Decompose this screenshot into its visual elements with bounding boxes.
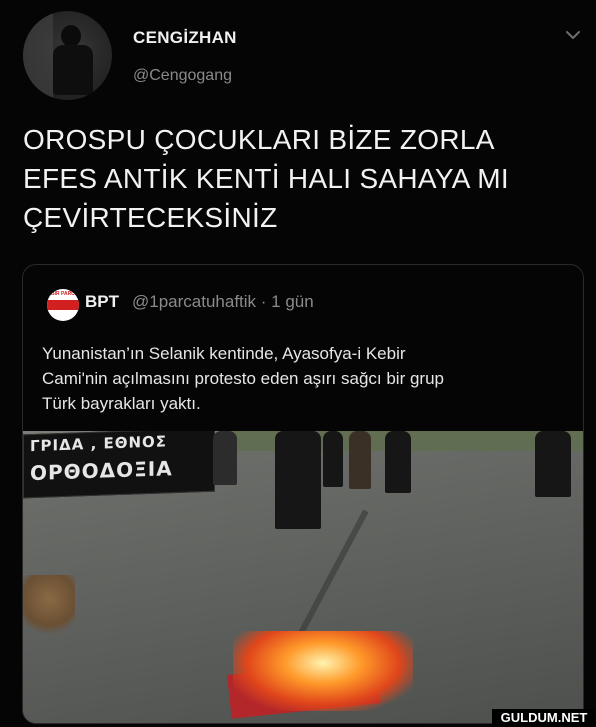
tweet-line: OROSPU ÇOCUKLARI BİZE ZORLA — [23, 124, 495, 155]
quoted-tweet-text: Yunanistan’ın Selanik kentinde, Ayasofya… — [42, 341, 562, 416]
quoted-line: Yunanistan’ın Selanik kentinde, Ayasofya… — [42, 344, 406, 363]
media-person — [323, 431, 343, 487]
tweet-text: OROSPU ÇOCUKLARI BİZE ZORLA EFES ANTİK K… — [23, 120, 563, 237]
media-person — [349, 431, 371, 489]
banner-line-1: ΓΡΙΔΑ , ΕΘΝΟΣ — [30, 432, 168, 456]
tweet-line: EFES ANTİK KENTİ HALI SAHAYA MI — [23, 163, 509, 194]
quoted-line: Cami'nin açılmasını protesto eden aşırı … — [42, 369, 444, 388]
media-fire — [233, 631, 413, 711]
tweet-line: ÇEVİRTECEKSİNİZ — [23, 202, 278, 233]
quoted-tweet-media[interactable]: ΓΡΙΔΑ , ΕΘΝΟΣ ΟΡΘΟΔΟΞΙΑ — [23, 431, 583, 723]
author-display-name[interactable]: CENGİZHAN — [133, 28, 237, 48]
author-avatar[interactable] — [23, 11, 112, 100]
quoted-author-name[interactable]: BPT — [85, 292, 119, 312]
media-person — [213, 431, 237, 485]
quoted-tweet-card[interactable]: BIR PARCA BPT @1parcatuhaftik · 1 gün Yu… — [22, 264, 584, 724]
media-dog — [23, 575, 75, 635]
media-person — [275, 431, 321, 529]
banner-line-2: ΟΡΘΟΔΟΞΙΑ — [30, 456, 173, 486]
avatar-figure-head — [61, 25, 81, 47]
avatar-figure-body — [53, 45, 93, 95]
watermark: GULDUM.NET — [492, 709, 596, 727]
media-person — [385, 431, 411, 493]
author-handle[interactable]: @Cengogang — [133, 67, 232, 85]
media-protest-banner: ΓΡΙΔΑ , ΕΘΝΟΣ ΟΡΘΟΔΟΞΙΑ — [23, 431, 215, 499]
quoted-author-handle-time[interactable]: @1parcatuhaftik · 1 gün — [132, 292, 314, 312]
quoted-line: Türk bayrakları yaktı. — [42, 394, 201, 413]
bpt-logo-icon: BIR PARCA — [47, 289, 79, 321]
chevron-down-icon[interactable] — [564, 26, 582, 44]
media-person — [535, 431, 571, 497]
avatar-background — [23, 11, 53, 100]
